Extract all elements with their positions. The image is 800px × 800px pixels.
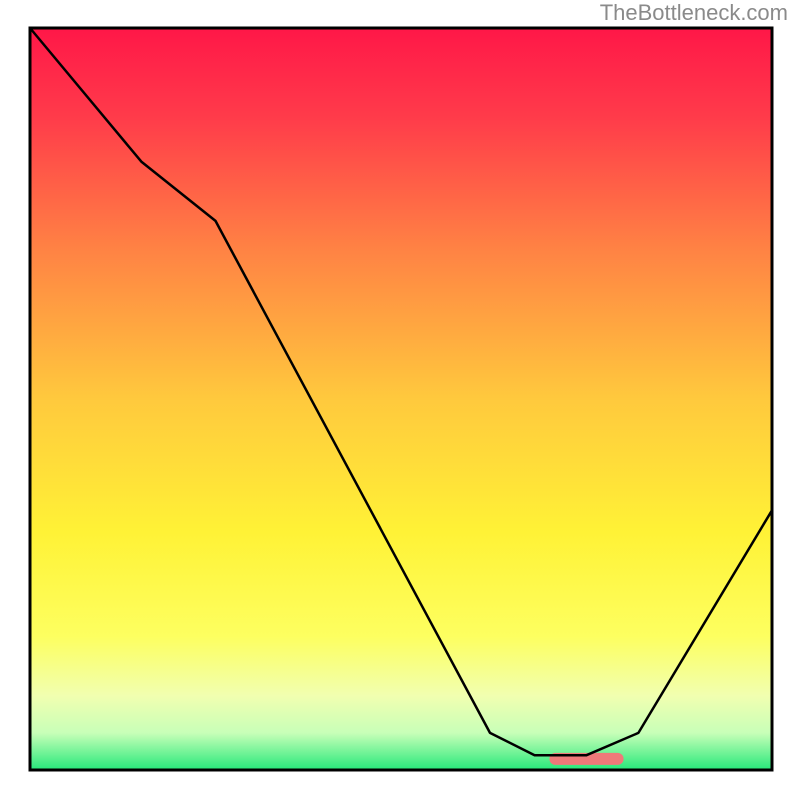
bottleneck-chart	[0, 0, 800, 800]
chart-container: TheBottleneck.com	[0, 0, 800, 800]
gradient-background	[30, 28, 772, 770]
watermark-text: TheBottleneck.com	[600, 0, 788, 26]
